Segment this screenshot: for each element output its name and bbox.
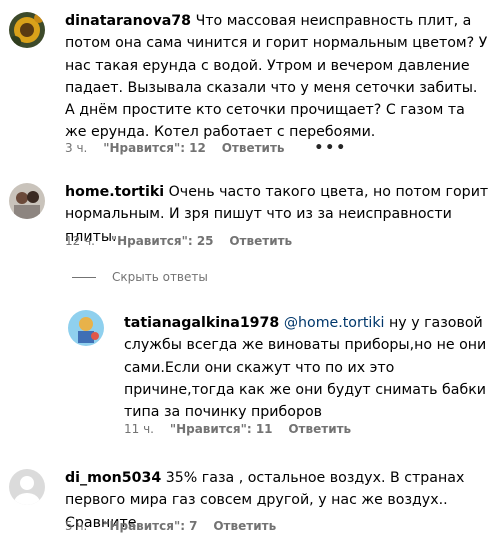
timestamp: 3 ч. [65,141,88,155]
username[interactable]: di_mon5034 [65,470,161,486]
comment-meta: 5 ч. "Нравится": 7 Ответить [65,518,276,534]
timestamp: 5 ч. [65,519,88,533]
username[interactable]: tatianagalkina1978 [124,315,279,331]
mention-link[interactable]: @home.tortiki [284,315,385,331]
reply-button[interactable]: Ответить [222,140,285,156]
avatar[interactable] [9,12,45,48]
avatar[interactable] [68,310,104,346]
username[interactable]: home.tortiki [65,184,164,200]
username[interactable]: dinataranova78 [65,13,191,29]
likes-count[interactable]: "Нравится": 7 [103,518,197,534]
reply-button[interactable]: Ответить [213,518,276,534]
comment-body: dinataranova78 Что массовая неисправност… [65,10,490,144]
comment-meta: 3 ч. "Нравится": 12 Ответить ••• [65,140,347,156]
avatar[interactable] [9,469,45,505]
timestamp: 12 ч. [65,234,95,248]
comment-body: tatianagalkina1978 @home.tortiki ну у га… [124,312,490,423]
reply-button[interactable]: Ответить [288,421,351,437]
comment-meta: 12 ч. "Нравится": 25 Ответить [65,233,292,249]
likes-count[interactable]: "Нравится": 12 [103,140,206,156]
timestamp: 11 ч. [124,422,154,436]
comment-meta: 11 ч. "Нравится": 11 Ответить [124,421,351,437]
reply-button[interactable]: Ответить [229,233,292,249]
hide-replies-label: Скрыть ответы [112,270,208,284]
divider-line [72,277,96,278]
more-options-icon[interactable]: ••• [314,140,347,156]
likes-count[interactable]: "Нравится": 25 [111,233,214,249]
comment-text: Что массовая неисправность плит, а потом… [65,13,488,141]
likes-count[interactable]: "Нравится": 11 [170,421,273,437]
hide-replies-button[interactable]: Скрыть ответы [72,270,208,286]
avatar[interactable] [9,183,45,219]
